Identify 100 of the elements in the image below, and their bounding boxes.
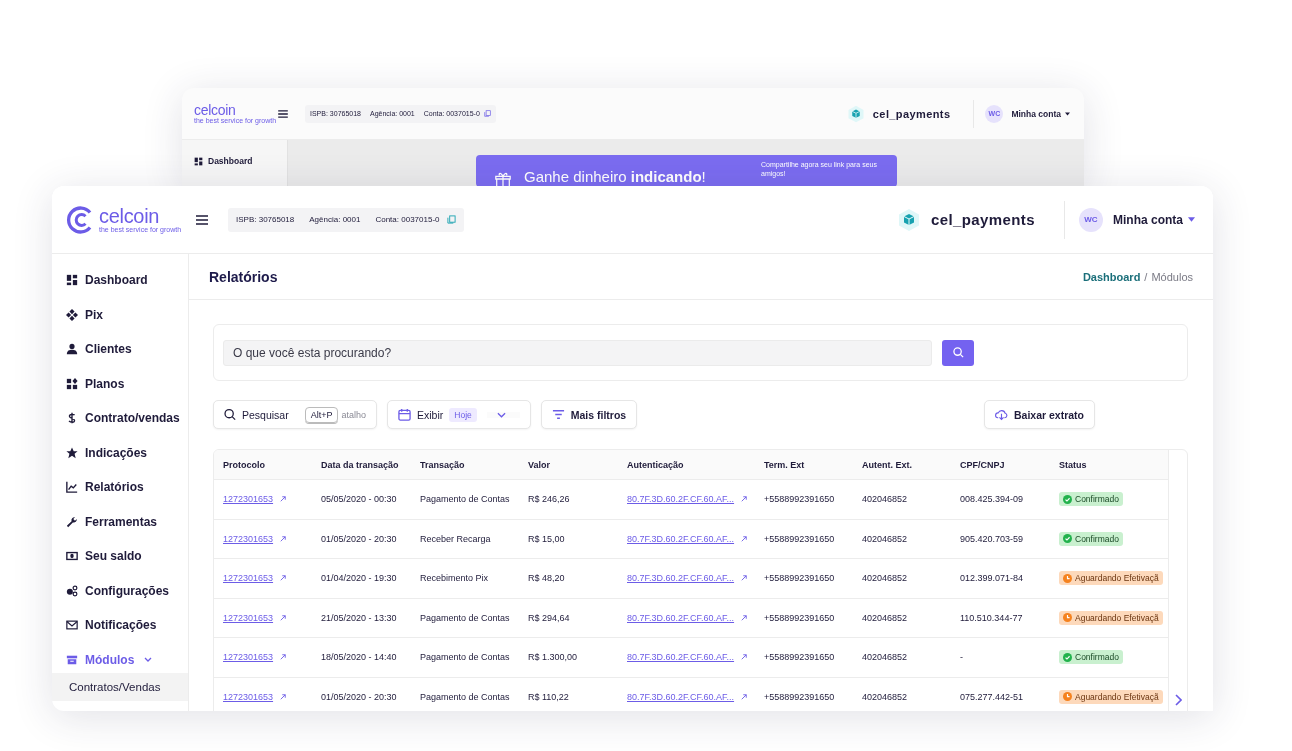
check-icon [1063, 534, 1072, 544]
archive-icon [66, 653, 78, 666]
table-cell-text: Pagamento de Contas [420, 691, 511, 702]
table-cell-text: 402046852 [862, 691, 909, 702]
wrench-icon [66, 515, 78, 528]
table-cell-text: +5588992391650 [764, 691, 836, 702]
breadcrumb-link[interactable]: Módulos [1151, 270, 1193, 283]
authentication-link[interactable]: 80.7F.3D.60.2F.CF.60.AF... [627, 612, 735, 623]
column-header: Data da transação [321, 459, 400, 470]
status-badge: Aguardando Efetivaçã [1059, 689, 1163, 704]
breadcrumb-separator: / [1144, 270, 1148, 283]
authentication-link[interactable]: 80.7F.3D.60.2F.CF.60.AF... [627, 494, 735, 505]
sidebar-item[interactable]: Notificações [52, 608, 188, 643]
account-info: ISPB: 30765018 [236, 215, 295, 224]
search-field[interactable]: O que você esta procurando? [223, 339, 932, 366]
table-cell-text: - [960, 652, 964, 663]
shortcut-hint: atalho [341, 409, 366, 420]
search-shortcut-button[interactable]: Pesquisar Alt+P atalho [213, 400, 377, 429]
sidebar-item[interactable]: Seu saldo [52, 539, 188, 574]
date-filter-dropdown[interactable]: Exibir Hoje [387, 400, 531, 429]
sidebar-item[interactable]: Configurações [52, 573, 188, 608]
external-link-icon[interactable] [741, 535, 748, 542]
protocol-link[interactable]: 1272301653 [223, 652, 274, 663]
external-link-icon[interactable] [280, 575, 287, 582]
workspace-name: cel_payments [872, 107, 951, 120]
table-cell-text: 402046852 [862, 494, 909, 505]
copy-icon[interactable] [483, 110, 491, 117]
sidebar-item[interactable]: Clientes [52, 332, 188, 367]
more-filters-button[interactable]: Mais filtros [540, 400, 638, 429]
account-info: Conta: 0037015-0 [375, 215, 440, 224]
protocol-link[interactable]: 1272301653 [223, 612, 274, 623]
account-menu[interactable]: Minha conta [1011, 108, 1070, 119]
sidebar-item[interactable]: Relatórios [52, 470, 188, 505]
sidebar-item[interactable]: Dashboard [52, 263, 188, 298]
external-link-icon[interactable] [741, 496, 748, 503]
table-cell-text: 402046852 [862, 652, 909, 663]
scroll-right-icon[interactable] [1174, 694, 1182, 706]
column-header: Transação [420, 459, 466, 470]
menu-icon[interactable] [196, 214, 208, 225]
sidebar-item[interactable]: Contrato/vendas [52, 401, 188, 436]
gears-icon [66, 584, 78, 597]
sidebar-item[interactable]: Indicações [52, 435, 188, 470]
external-link-icon[interactable] [741, 693, 748, 700]
protocol-link[interactable]: 1272301653 [223, 494, 274, 505]
external-link-icon[interactable] [741, 654, 748, 661]
external-link-icon[interactable] [741, 575, 748, 582]
sidebar-item[interactable]: Ferramentas [52, 504, 188, 539]
grid-icon [66, 377, 78, 390]
sidebar-item[interactable]: Pix [52, 297, 188, 332]
caret-icon [1065, 111, 1070, 116]
table-cell-text: Pagamento de Contas [420, 612, 511, 623]
table-cell-text: 01/04/2020 - 19:30 [321, 573, 398, 584]
protocol-link[interactable]: 1272301653 [223, 691, 274, 702]
column-header: Valor [528, 459, 551, 470]
copy-icon[interactable] [446, 215, 456, 224]
table-cell-text: Receber Recarga [420, 533, 492, 544]
column-header: Term. Ext [764, 459, 806, 470]
external-link-icon[interactable] [280, 496, 287, 503]
chevron-icon[interactable] [144, 657, 153, 663]
sidebar-item[interactable]: Planos [52, 366, 188, 401]
authentication-link[interactable]: 80.7F.3D.60.2F.CF.60.AF... [627, 573, 735, 584]
external-link-icon[interactable] [280, 535, 287, 542]
sidebar-item[interactable]: Dashboard [182, 154, 287, 168]
status-badge: Confirmado [1059, 492, 1123, 507]
star-icon [66, 446, 78, 459]
table-cell-text: 402046852 [862, 573, 909, 584]
table-cell-text: 01/05/2020 - 20:30 [321, 691, 398, 702]
download-statement-button[interactable]: Baixar extrato [983, 400, 1095, 429]
envelope-icon [66, 619, 78, 632]
authentication-link[interactable]: 80.7F.3D.60.2F.CF.60.AF... [627, 533, 735, 544]
protocol-link[interactable]: 1272301653 [223, 533, 274, 544]
cube-icon [846, 104, 865, 123]
breadcrumb-link[interactable]: Dashboard [1082, 270, 1141, 283]
check-icon [1063, 652, 1072, 662]
clock-icon [1063, 613, 1072, 623]
external-link-icon[interactable] [741, 614, 748, 621]
account-menu[interactable]: Minha conta [1113, 212, 1195, 227]
avatar[interactable]: WC [1079, 207, 1103, 232]
column-header: Autent. Ext. [862, 459, 913, 470]
caret-icon [1188, 217, 1195, 222]
table-cell-text: 110.510.344-77 [960, 612, 1024, 623]
column-header: CPF/CNPJ [960, 459, 1006, 470]
table-cell-text: 05/05/2020 - 00:30 [321, 494, 398, 505]
external-link-icon[interactable] [280, 693, 287, 700]
table-cell-text: R$ 246,26 [528, 494, 571, 505]
menu-icon[interactable] [278, 109, 288, 118]
table-cell-text: R$ 1.300,00 [528, 652, 579, 663]
cube-icon [896, 207, 921, 232]
protocol-link[interactable]: 1272301653 [223, 573, 274, 584]
authentication-link[interactable]: 80.7F.3D.60.2F.CF.60.AF... [627, 691, 735, 702]
status-badge: Confirmado [1059, 650, 1123, 665]
page-title: Relatórios [209, 268, 278, 285]
external-link-icon[interactable] [280, 614, 287, 621]
calendar-icon [398, 408, 411, 421]
authentication-link[interactable]: 80.7F.3D.60.2F.CF.60.AF... [627, 652, 735, 663]
external-link-icon[interactable] [280, 654, 287, 661]
search-button[interactable] [942, 339, 974, 366]
submenu-item[interactable]: Contratos/Vendas [52, 673, 188, 701]
date-filter-value: Hoje [449, 407, 477, 422]
table-cell-text: +5588992391650 [764, 612, 836, 623]
